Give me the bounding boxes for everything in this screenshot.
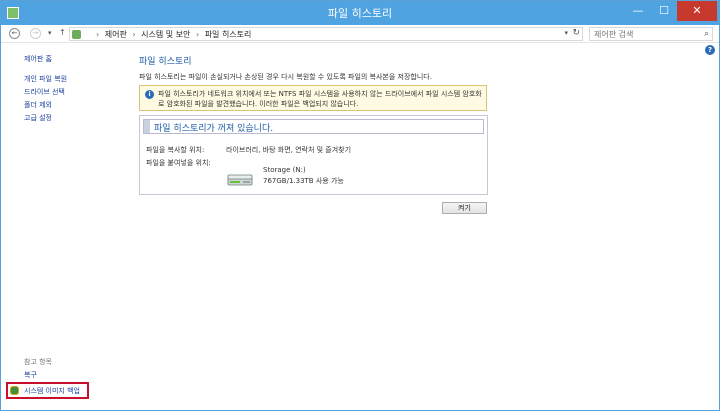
back-button[interactable]: ←: [9, 28, 20, 39]
control-panel-icon: [72, 30, 81, 39]
search-box[interactable]: ⌕: [589, 27, 713, 41]
info-message: 파일 히스토리가 네트워크 위치에서 또는 NTFS 파일 시스템을 사용하지 …: [158, 90, 482, 108]
search-input[interactable]: [590, 28, 694, 40]
address-dropdown-button[interactable]: ▾: [564, 29, 568, 37]
status-header: 파일 히스토리가 꺼져 있습니다.: [143, 119, 484, 134]
sidebar-item-advanced-settings[interactable]: 고급 설정: [24, 113, 52, 123]
copy-from-value: 라이브러리, 바탕 화면, 연락처 및 즐겨찾기: [226, 146, 352, 154]
sidebar: 제어판 홈 개인 파일 복원 드라이브 선택 폴더 제외 고급 설정 참고 항목…: [1, 45, 121, 410]
copy-from-label: 파일을 복사할 위치:: [146, 146, 205, 154]
search-icon[interactable]: ⌕: [704, 29, 709, 39]
forward-button[interactable]: →: [30, 28, 41, 39]
page-description: 파일 히스토리는 파일이 손실되거나 손상된 경우 다시 복원할 수 있도록 파…: [139, 73, 432, 81]
refresh-button[interactable]: ↻: [572, 28, 580, 38]
info-banner: i 파일 히스토리가 네트워크 위치에서 또는 NTFS 파일 시스템을 사용하…: [139, 85, 487, 111]
window-title: 파일 히스토리: [327, 7, 393, 20]
sidebar-item-recovery[interactable]: 복구: [24, 370, 37, 380]
sidebar-item-restore-files[interactable]: 개인 파일 복원: [24, 74, 67, 84]
maximize-button[interactable]: ☐: [651, 1, 677, 21]
turn-on-button[interactable]: 켜기: [442, 202, 487, 214]
status-header-accent: [144, 120, 150, 133]
sidebar-item-control-panel-home[interactable]: 제어판 홈: [24, 54, 52, 64]
address-path[interactable]: › 제어판 › 시스템 및 보안 › 파일 히스토리 ▾ ↻: [69, 27, 583, 41]
shield-icon: [10, 386, 19, 395]
breadcrumb-file-history[interactable]: 파일 히스토리: [205, 30, 252, 39]
file-history-window: 파일 히스토리 — ☐ ✕ ← → ▾ ↑ › 제어판 › 시스템 및 보안 ›…: [0, 0, 720, 411]
system-image-backup-link[interactable]: 시스템 이미지 백업: [6, 382, 89, 399]
breadcrumb-control-panel[interactable]: 제어판: [105, 30, 127, 39]
help-icon[interactable]: ?: [705, 45, 715, 55]
status-panel: 파일 히스토리가 꺼져 있습니다. 파일을 복사할 위치: 라이브러리, 바탕 …: [139, 115, 488, 195]
status-title: 파일 히스토리가 꺼져 있습니다.: [154, 124, 274, 134]
drive-icon: [227, 174, 253, 186]
system-image-backup-label: 시스템 이미지 백업: [24, 387, 80, 395]
recent-locations-button[interactable]: ▾: [48, 29, 52, 37]
close-button[interactable]: ✕: [677, 1, 717, 21]
sidebar-item-exclude-folders[interactable]: 폴더 제외: [24, 100, 52, 110]
breadcrumb-separator: ›: [132, 30, 136, 39]
breadcrumb: › 제어판 › 시스템 및 보안 › 파일 히스토리: [96, 29, 254, 40]
sidebar-item-select-drive[interactable]: 드라이브 선택: [24, 87, 65, 97]
copy-to-label: 파일을 붙여넣을 위치:: [146, 159, 211, 167]
see-also-heading: 참고 항목: [24, 358, 52, 366]
breadcrumb-separator: ›: [195, 30, 200, 39]
breadcrumb-separator: ›: [96, 30, 100, 39]
title-bar[interactable]: 파일 히스토리 — ☐ ✕: [1, 1, 719, 25]
page-title: 파일 히스토리: [139, 57, 192, 67]
minimize-button[interactable]: —: [625, 1, 651, 21]
address-bar: ← → ▾ ↑ › 제어판 › 시스템 및 보안 › 파일 히스토리 ▾ ↻ ⌕: [1, 25, 719, 43]
up-button[interactable]: ↑: [59, 28, 66, 37]
breadcrumb-system-security[interactable]: 시스템 및 보안: [141, 30, 190, 39]
info-icon: i: [145, 90, 154, 99]
drive-name: Storage (N:): [263, 166, 306, 174]
drive-free-space: 767GB/1.33TB 사용 가능: [263, 177, 344, 185]
